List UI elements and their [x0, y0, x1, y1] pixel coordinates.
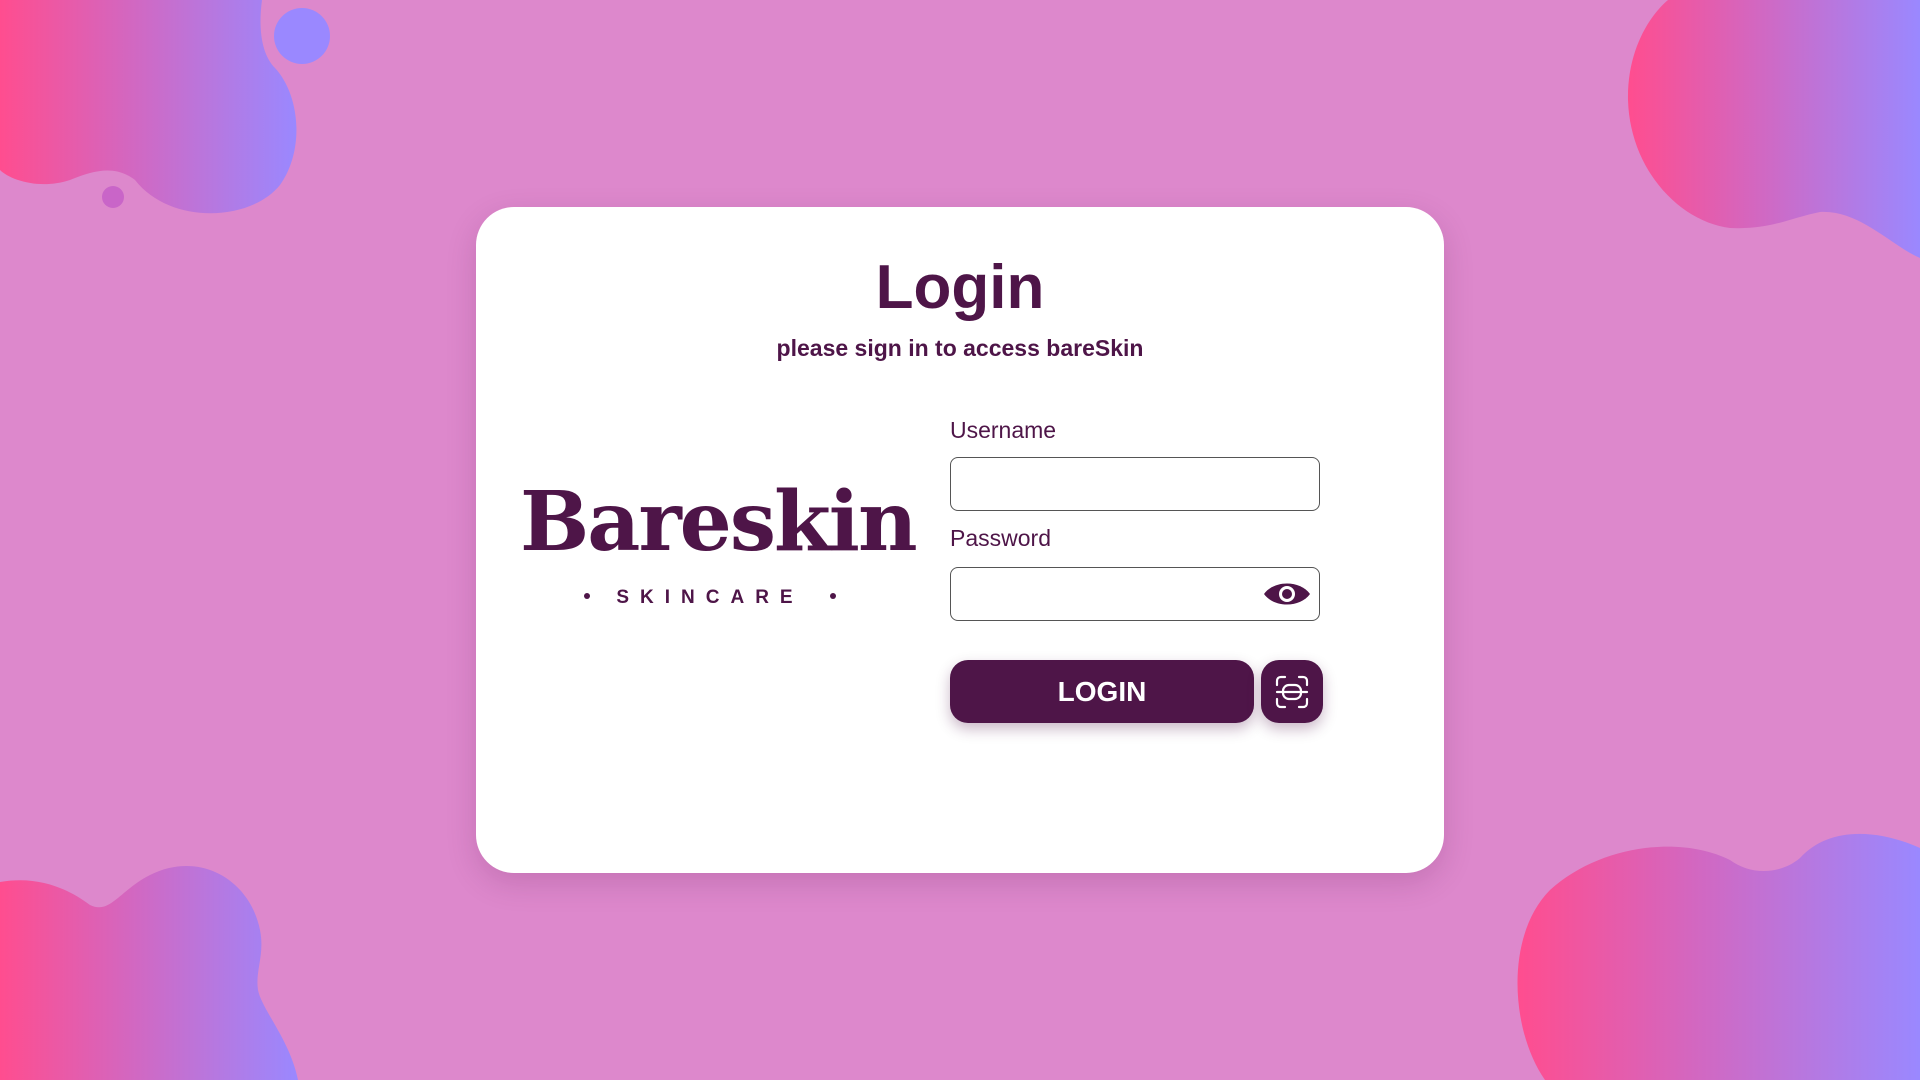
blob-bottom-right — [1517, 833, 1920, 1080]
face-scan-icon — [1275, 675, 1309, 709]
brand-logo: Bareskin SKINCARE — [520, 474, 918, 617]
blob-top-left — [0, 0, 297, 214]
blob-top-right — [1627, 0, 1920, 258]
face-scan-button[interactable] — [1261, 660, 1323, 723]
page-subtitle: please sign in to access bareSkin — [776, 335, 1144, 361]
page-title: Login — [875, 253, 1045, 322]
blob-bottom-left — [0, 866, 298, 1080]
logo-tagline-row: SKINCARE — [520, 587, 900, 609]
login-card: Login please sign in to access bareSkin … — [476, 207, 1444, 873]
username-input[interactable] — [950, 457, 1320, 511]
password-label: Password — [950, 525, 1051, 551]
username-label: Username — [950, 417, 1057, 443]
bubble-top-left-small — [102, 186, 124, 208]
logo-dot-right — [829, 592, 836, 599]
logo-wordmark: Bareskin — [520, 474, 918, 570]
logo-dot-left — [584, 592, 591, 599]
eye-icon[interactable] — [1262, 576, 1312, 612]
bubble-top-left-large — [274, 8, 330, 64]
login-button[interactable]: LOGIN — [950, 660, 1254, 723]
logo-tagline: SKINCARE — [616, 587, 804, 608]
